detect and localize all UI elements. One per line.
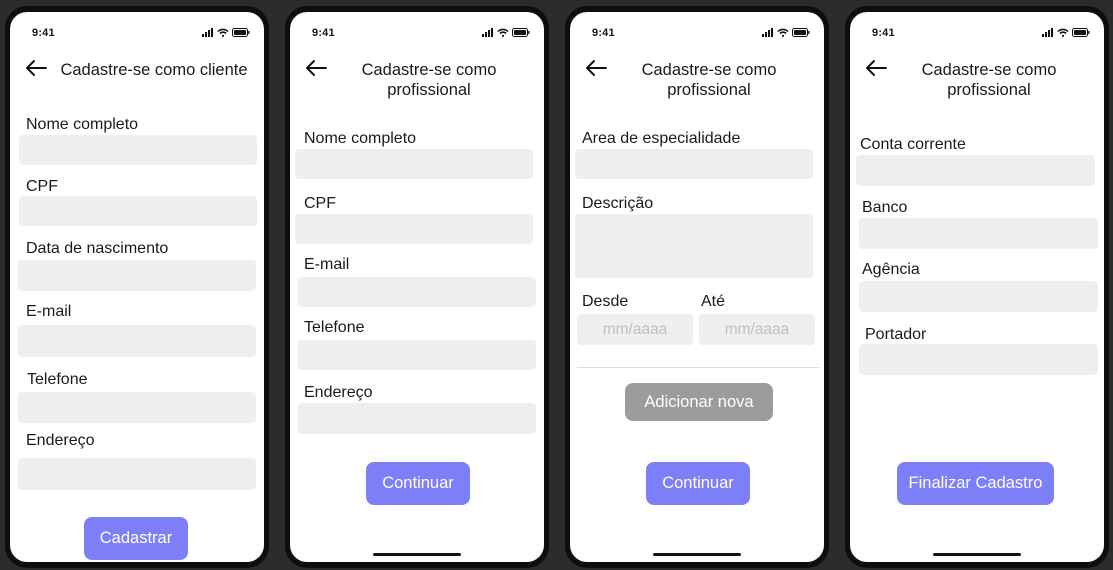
- conta-corrente-input[interactable]: [856, 155, 1095, 186]
- adicionar-nova-button[interactable]: Adicionar nova: [625, 383, 773, 421]
- status-bar: 9:41: [290, 12, 544, 42]
- screen: 9:41 Cadastre-se como cliente Nome compl…: [10, 12, 264, 562]
- date-to-label: Até: [701, 293, 726, 310]
- field-label-portador: Portador: [865, 326, 927, 343]
- screen: 9:41 Cadastre-se como profissional Area …: [570, 12, 824, 562]
- field-label-email: E-mail: [26, 303, 72, 320]
- battery-icon: [232, 27, 250, 37]
- phone-cliente-signup: 9:41 Cadastre-se como cliente Nome compl…: [5, 6, 269, 568]
- field-label-email: E-mail: [304, 256, 350, 273]
- status-time: 9:41: [312, 27, 335, 39]
- signal-icon: [202, 27, 213, 37]
- field-label-nome-completo: Nome completo: [304, 130, 417, 147]
- status-icons: [762, 27, 810, 37]
- home-indicator: [653, 553, 741, 556]
- status-time: 9:41: [872, 27, 895, 39]
- page-title: Cadastre-se como cliente: [60, 61, 248, 79]
- battery-icon: [512, 27, 530, 37]
- continuar-button[interactable]: Continuar: [646, 462, 750, 505]
- status-bar: 9:41: [850, 12, 1104, 42]
- status-time: 9:41: [32, 27, 55, 39]
- email-input[interactable]: [18, 325, 256, 357]
- banco-input[interactable]: [859, 218, 1098, 249]
- area-especialidade-input[interactable]: [575, 149, 813, 179]
- signal-icon: [762, 27, 773, 37]
- back-arrow-icon[interactable]: [24, 59, 48, 77]
- finalizar-cadastro-button[interactable]: Finalizar Cadastro: [897, 462, 1054, 505]
- endereco-input[interactable]: [18, 458, 256, 490]
- field-label-area-especialidade: Area de especialidade: [582, 130, 741, 147]
- screen: 9:41 Cadastre-se como profissional Conta…: [850, 12, 1104, 562]
- back-arrow-icon[interactable]: [584, 59, 608, 77]
- cpf-input[interactable]: [295, 214, 533, 244]
- field-label-cpf: CPF: [26, 178, 58, 195]
- descricao-textarea[interactable]: [575, 214, 813, 278]
- divider: [577, 367, 819, 368]
- field-label-endereco: Endereço: [304, 384, 373, 401]
- page-title: Cadastre-se como profissional: [921, 61, 1057, 99]
- wifi-icon: [497, 28, 509, 37]
- status-bar: 9:41: [570, 12, 824, 42]
- signal-icon: [482, 27, 493, 37]
- cadastrar-button[interactable]: Cadastrar: [84, 517, 188, 560]
- home-indicator: [373, 553, 461, 556]
- field-label-conta-corrente: Conta corrente: [860, 136, 966, 153]
- field-label-telefone: Telefone: [304, 319, 365, 336]
- status-bar: 9:41: [10, 12, 264, 42]
- nome-completo-input[interactable]: [19, 135, 257, 165]
- wifi-icon: [1057, 28, 1069, 37]
- phone-profissional-step3: 9:41 Cadastre-se como profissional Conta…: [845, 6, 1109, 568]
- continuar-button[interactable]: Continuar: [366, 462, 470, 505]
- field-label-nome-completo: Nome completo: [26, 116, 139, 133]
- wifi-icon: [217, 28, 229, 37]
- field-label-data-nascimento: Data de nascimento: [26, 240, 169, 257]
- field-label-banco: Banco: [862, 199, 908, 216]
- field-label-endereco: Endereço: [26, 432, 95, 449]
- data-nascimento-input[interactable]: [18, 260, 256, 291]
- battery-icon: [792, 27, 810, 37]
- status-icons: [202, 27, 250, 37]
- wifi-icon: [777, 28, 789, 37]
- date-to-input[interactable]: [699, 314, 815, 345]
- field-label-agencia: Agência: [862, 261, 920, 278]
- battery-icon: [1072, 27, 1090, 37]
- date-from-input[interactable]: [577, 314, 693, 345]
- back-arrow-icon[interactable]: [304, 59, 328, 77]
- page-title: Cadastre-se como profissional: [641, 61, 777, 99]
- nome-completo-input[interactable]: [295, 149, 533, 179]
- endereco-input[interactable]: [298, 403, 536, 434]
- status-time: 9:41: [592, 27, 615, 39]
- telefone-input[interactable]: [298, 340, 536, 370]
- agencia-input[interactable]: [859, 281, 1098, 312]
- signal-icon: [1042, 27, 1053, 37]
- date-from-label: Desde: [582, 293, 629, 310]
- cpf-input[interactable]: [19, 196, 257, 226]
- phone-profissional-step2: 9:41 Cadastre-se como profissional Area …: [565, 6, 829, 568]
- page-title: Cadastre-se como profissional: [361, 61, 497, 99]
- field-label-telefone: Telefone: [27, 371, 88, 388]
- telefone-input[interactable]: [18, 392, 256, 423]
- field-label-cpf: CPF: [304, 195, 336, 212]
- field-label-descricao: Descrição: [582, 195, 654, 212]
- screen: 9:41 Cadastre-se como profissional Nome …: [290, 12, 544, 562]
- portador-input[interactable]: [859, 344, 1098, 375]
- status-icons: [482, 27, 530, 37]
- phone-profissional-step1: 9:41 Cadastre-se como profissional Nome …: [285, 6, 549, 568]
- back-arrow-icon[interactable]: [864, 59, 888, 77]
- home-indicator: [933, 553, 1021, 556]
- email-input[interactable]: [298, 277, 536, 307]
- status-icons: [1042, 27, 1090, 37]
